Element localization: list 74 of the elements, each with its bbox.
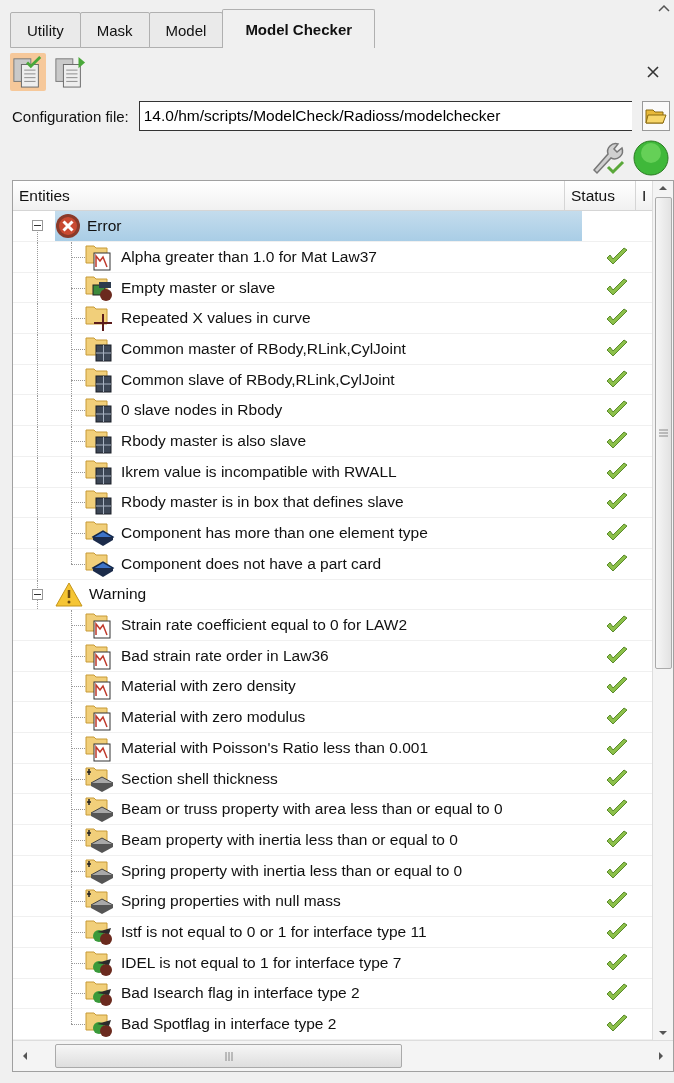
check-label[interactable]: Spring properties with null mass: [121, 892, 341, 911]
check-label[interactable]: Section shell thickness: [121, 769, 278, 788]
folder-grid-icon: [85, 488, 115, 517]
tab[interactable]: Model Checker: [222, 9, 376, 48]
warning-icon: [55, 581, 83, 607]
check-label[interactable]: Istf is not equal to 0 or 1 for interface type 11: [121, 922, 427, 941]
vertical-scrollbar[interactable]: [652, 181, 673, 1040]
folder-slab-icon: [85, 825, 115, 854]
folder-cube-icon: [85, 273, 115, 302]
tab[interactable]: Model: [148, 12, 224, 48]
config-file-field[interactable]: 14.0/hm/scripts/ModelCheck/Radioss/modelchecker: [138, 101, 632, 131]
check-label[interactable]: Alpha greater than 1.0 for Mat Law37: [121, 247, 377, 266]
folder-ball-icon: [85, 917, 115, 946]
field-label: Configuration file:: [12, 107, 129, 125]
folder-icon: [645, 107, 667, 125]
group-label: Error: [87, 217, 122, 236]
document-check-icon: [12, 54, 44, 90]
folder-slab-icon: [85, 856, 115, 885]
column-header[interactable]: Status: [564, 181, 635, 211]
horizontal-scrollbar[interactable]: [13, 1040, 673, 1071]
folder-ball-icon: [85, 1010, 115, 1039]
folder-grid-icon: [85, 365, 115, 394]
folder-block-icon: [85, 549, 115, 578]
check-label[interactable]: Material with zero density: [121, 677, 296, 696]
check-label[interactable]: Strain rate coefficient equal to 0 for LAW2: [121, 616, 408, 635]
folder-block-icon: [85, 519, 115, 548]
collapse-toggle[interactable]: [32, 588, 43, 600]
folder-ball-icon: [85, 948, 115, 977]
check-label[interactable]: Ikrem value is incompatible with RWALL: [121, 462, 397, 481]
folder-grid-icon: [85, 334, 115, 363]
check-label[interactable]: Rbody master is also slave: [121, 431, 307, 450]
toolbar-button[interactable]: [10, 53, 46, 91]
check-label[interactable]: Rbody master is in box that defines slave: [121, 493, 404, 512]
folder-slab-icon: [85, 887, 115, 916]
folder-slab-icon: [85, 764, 115, 793]
tab[interactable]: Mask: [79, 12, 150, 48]
folder-grid-icon: [85, 396, 115, 425]
check-label[interactable]: Common slave of RBody,RLink,CylJoint: [121, 370, 395, 389]
open-folder-button[interactable]: [642, 101, 670, 131]
close-icon: [647, 66, 659, 78]
scroll-right-icon[interactable]: [657, 1051, 665, 1061]
tree-group-row[interactable]: Warning: [55, 579, 582, 610]
check-label[interactable]: Beam or truss property with area less than or equal to 0: [121, 800, 503, 819]
check-label[interactable]: IDEL is not equal to 1 for interface type 7: [121, 953, 402, 972]
check-label[interactable]: Component has more than one element type: [121, 524, 428, 543]
check-label[interactable]: Material with Poisson's Ratio less than 0.001: [121, 738, 429, 757]
group-label: Warning: [89, 585, 147, 604]
check-label[interactable]: Repeated X values in curve: [121, 309, 311, 328]
check-label[interactable]: Common master of RBody,RLink,CylJoint: [121, 339, 406, 358]
check-label[interactable]: Bad strain rate order in Law36: [121, 646, 329, 665]
check-label[interactable]: Bad Spotflag in interface type 2: [121, 1015, 337, 1034]
check-label[interactable]: Bad Isearch flag in interface type 2: [121, 984, 360, 1003]
folder-slab-icon: [85, 795, 115, 824]
column-header[interactable]: Entities: [13, 181, 564, 211]
folder-grid-icon: [85, 426, 115, 455]
check-label[interactable]: Material with zero modulus: [121, 708, 306, 727]
folder-cross-icon: [85, 304, 115, 333]
check-label[interactable]: Component does not have a part card: [121, 554, 382, 573]
document-arrow-icon: [54, 54, 86, 90]
collapse-caret-icon[interactable]: [658, 4, 670, 12]
folder-ball-icon: [85, 979, 115, 1008]
tab[interactable]: Utility: [10, 12, 81, 48]
tree-group-row[interactable]: Error: [55, 211, 582, 241]
check-label[interactable]: 0 slave nodes in Rbody: [121, 401, 283, 420]
collapse-toggle[interactable]: [32, 220, 43, 232]
grip-icon: [223, 1051, 234, 1061]
check-label[interactable]: Spring property with inertia less than or equal to 0: [121, 861, 463, 880]
check-label[interactable]: Empty master or slave: [121, 278, 276, 297]
folder-grid-icon: [85, 457, 115, 486]
grip-icon: [658, 429, 668, 437]
check-label[interactable]: Beam property with inertia less than or equal to 0: [121, 830, 458, 849]
error-icon: [55, 213, 81, 240]
run-icon[interactable]: [632, 139, 670, 177]
scroll-left-icon[interactable]: [21, 1051, 29, 1061]
